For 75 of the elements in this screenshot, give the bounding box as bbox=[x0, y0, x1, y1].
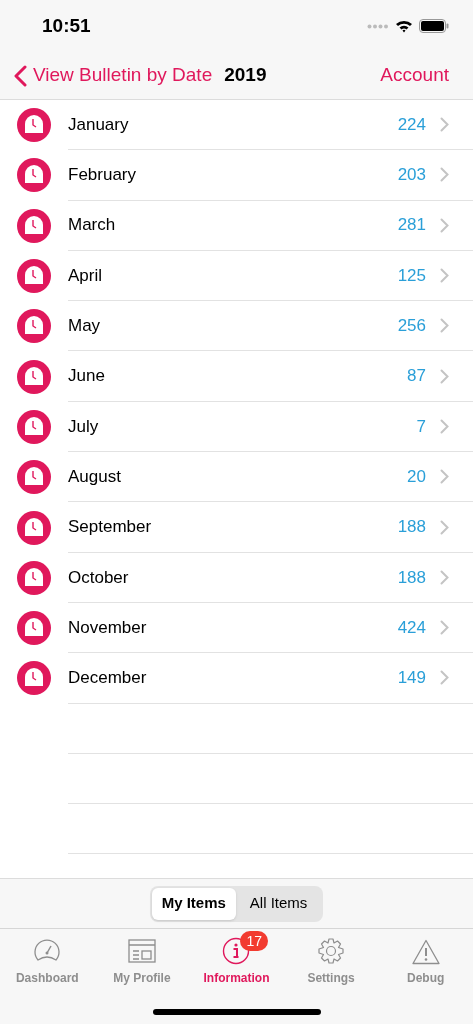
clock-icon bbox=[17, 510, 51, 545]
month-name: May bbox=[68, 315, 101, 338]
chevron-right-icon bbox=[440, 670, 449, 686]
item-count: 203 bbox=[397, 164, 426, 187]
month-name: March bbox=[68, 214, 116, 237]
item-count: 20 bbox=[407, 465, 426, 488]
chevron-right-icon bbox=[440, 620, 449, 636]
month-name: January bbox=[68, 113, 129, 136]
month-row[interactable]: June 87 bbox=[68, 351, 473, 402]
account-button[interactable]: Account bbox=[380, 61, 449, 90]
clock-icon bbox=[17, 661, 51, 696]
item-count: 256 bbox=[397, 315, 426, 338]
chevron-right-icon bbox=[440, 268, 449, 284]
item-count: 224 bbox=[397, 113, 426, 136]
chevron-right-icon bbox=[440, 318, 449, 334]
month-row[interactable]: October 188 bbox=[68, 552, 473, 603]
tab-bar-item[interactable]: 17 Information bbox=[189, 929, 284, 987]
month-row[interactable]: April 125 bbox=[68, 250, 473, 302]
month-row[interactable]: December 149 bbox=[68, 653, 473, 704]
month-row[interactable]: March 281 bbox=[68, 200, 473, 251]
month-row[interactable]: November 424 bbox=[68, 602, 473, 654]
month-name: August bbox=[68, 465, 121, 488]
item-count: 188 bbox=[397, 516, 426, 539]
month-name: September bbox=[68, 516, 152, 539]
month-name: April bbox=[68, 264, 102, 287]
chevron-right-icon bbox=[440, 117, 449, 133]
chevron-right-icon bbox=[440, 368, 449, 384]
chevron-right-icon bbox=[440, 217, 449, 233]
chevron-right-icon bbox=[440, 469, 449, 485]
battery-icon bbox=[419, 19, 449, 33]
clock-icon bbox=[17, 359, 51, 394]
clock-icon bbox=[17, 208, 51, 243]
notification-badge: 17 bbox=[240, 931, 269, 951]
clock-icon bbox=[17, 560, 51, 595]
chevron-right-icon bbox=[440, 167, 449, 183]
item-count: 281 bbox=[397, 214, 426, 237]
month-row[interactable]: August 20 bbox=[68, 452, 473, 503]
signal-icon bbox=[367, 23, 389, 29]
chevron-left-icon bbox=[14, 64, 27, 87]
item-count: 125 bbox=[397, 264, 426, 287]
wifi-icon bbox=[395, 19, 413, 33]
month-name: November bbox=[68, 616, 147, 639]
item-count: 149 bbox=[397, 667, 426, 690]
segment-tab[interactable]: All Items bbox=[235, 887, 322, 920]
clock-icon bbox=[17, 409, 51, 444]
item-count: 424 bbox=[397, 616, 426, 639]
clock-icon bbox=[17, 158, 51, 193]
month-row[interactable]: September 188 bbox=[68, 502, 473, 553]
month-row[interactable]: July 7 bbox=[68, 401, 473, 453]
month-name: December bbox=[68, 667, 147, 690]
month-name: October bbox=[68, 566, 129, 589]
month-name: February bbox=[68, 164, 137, 187]
warning-icon bbox=[411, 939, 440, 965]
back-button[interactable]: View Bulletin by Date bbox=[14, 61, 213, 90]
chevron-right-icon bbox=[440, 569, 449, 585]
clock-icon bbox=[17, 309, 51, 344]
month-name: June bbox=[68, 365, 105, 388]
item-count: 87 bbox=[407, 365, 426, 388]
item-count: 7 bbox=[416, 415, 426, 438]
window-icon bbox=[127, 939, 156, 965]
clock-icon bbox=[17, 460, 51, 495]
settings-icon bbox=[317, 937, 346, 965]
month-name: July bbox=[68, 415, 99, 438]
month-row[interactable]: January 224 bbox=[68, 100, 473, 151]
month-row[interactable]: February 203 bbox=[68, 150, 473, 201]
chevron-right-icon bbox=[440, 519, 449, 535]
month-row[interactable]: May 256 bbox=[68, 301, 473, 352]
segment-tab[interactable]: My Items bbox=[151, 887, 236, 920]
item-count: 188 bbox=[397, 566, 426, 589]
clock-icon bbox=[17, 108, 51, 143]
status-time: 10:51 bbox=[42, 13, 91, 38]
clock-icon bbox=[17, 259, 51, 294]
clock-icon bbox=[17, 611, 51, 646]
nav-title: 2019 bbox=[224, 63, 267, 88]
chevron-right-icon bbox=[440, 418, 449, 434]
